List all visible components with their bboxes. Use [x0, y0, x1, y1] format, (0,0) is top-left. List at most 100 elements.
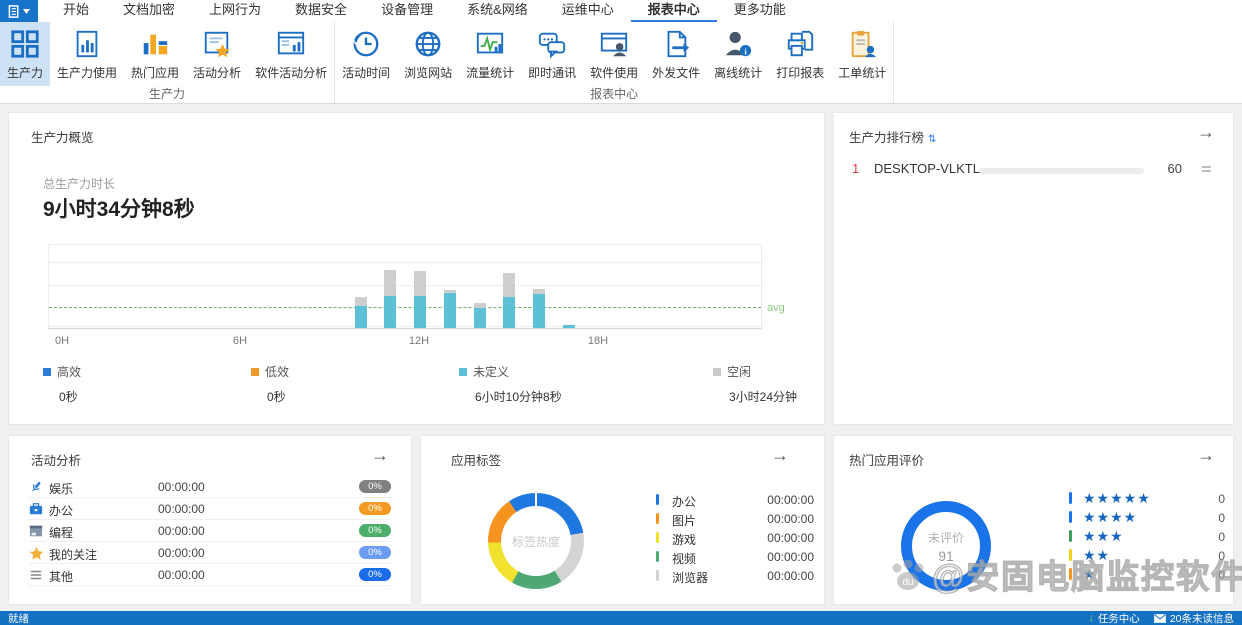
- bar-segment-undefined: [473, 308, 486, 328]
- activity-row-办公[interactable]: 办公 00:00:00 0%: [29, 498, 391, 520]
- unread-messages-button[interactable]: 20条未读信息: [1153, 611, 1234, 625]
- task-center-label: 任务中心: [1097, 612, 1140, 625]
- ribbon-button-label: 活动时间: [342, 66, 391, 80]
- menu-item-6[interactable]: 运维中心: [545, 0, 631, 22]
- more-handle-icon[interactable]: [1202, 166, 1211, 174]
- activity-analysis-panel: 活动分析 → 娱乐 00:00:00 0% 办公 00:00:00 0% 编程 00:00:0…: [8, 435, 412, 605]
- activity-percent-badge: 0%: [359, 480, 391, 493]
- printer-icon: [783, 27, 817, 61]
- activity-row-我的关注[interactable]: 我的关注 00:00:00 0%: [29, 542, 391, 564]
- ribbon-group-label: 生产力: [149, 87, 186, 101]
- ribbon-button-外发文件[interactable]: 外发文件: [645, 22, 707, 86]
- legend-color-swatch: [251, 368, 259, 376]
- legend-color-swatch: [43, 368, 51, 376]
- tag-time: 00:00:00: [767, 531, 814, 545]
- legend-value: 0秒: [267, 390, 286, 404]
- gridline: [49, 284, 761, 286]
- dashboard-content: 生产力概览 总生产力时长 9小时34分钟8秒 avg 0H 6H 12H 18H 高效…: [0, 104, 1242, 611]
- tag-color-marker: [656, 570, 659, 581]
- activity-row-娱乐[interactable]: 娱乐 00:00:00 0%: [29, 476, 391, 498]
- tag-row-办公[interactable]: 办公 00:00:00: [656, 491, 814, 510]
- menu-item-1[interactable]: 文档加密: [106, 0, 192, 22]
- ribbon-button-生产力[interactable]: 生产力: [0, 22, 51, 86]
- ribbon-button-工单统计[interactable]: 工单统计: [831, 22, 893, 86]
- ribbon-button-即时通讯[interactable]: 即时通讯: [521, 22, 583, 86]
- arrow-right-icon[interactable]: →: [1197, 446, 1215, 464]
- microphone-icon: [29, 480, 43, 494]
- activity-row-其他[interactable]: 其他 00:00:00 0%: [29, 564, 391, 586]
- ribbon-button-打印报表[interactable]: 打印报表: [769, 22, 831, 86]
- ribbon-button-离线统计[interactable]: i 离线统计: [707, 22, 769, 86]
- tag-label: 图片: [672, 514, 697, 528]
- ribbon-button-流量统计[interactable]: 流量统计: [459, 22, 521, 86]
- total-productivity-label: 总生产力时长: [43, 177, 116, 191]
- chart-bar-13h: [443, 290, 456, 328]
- bar-segment-undefined: [533, 294, 545, 328]
- menu-item-0[interactable]: 开始: [46, 0, 106, 22]
- user-info-icon: i: [721, 27, 755, 61]
- rating-row-2-stars[interactable]: ★★ 0: [1069, 547, 1225, 566]
- rating-row-5-stars[interactable]: ★★★★★ 0: [1069, 490, 1225, 509]
- menu-item-2[interactable]: 上网行为: [192, 0, 278, 22]
- chart-bar-12h: [414, 271, 426, 328]
- ribbon-button-label: 流量统计: [466, 66, 515, 80]
- legend-label: 未定义: [473, 365, 510, 379]
- activity-label: 其他: [49, 570, 74, 584]
- activity-label: 娱乐: [49, 482, 74, 496]
- legend-color-swatch: [459, 368, 467, 376]
- rating-color-marker: [1069, 492, 1072, 504]
- doc-star-icon: [200, 27, 234, 61]
- star-icons: ★★★★: [1083, 509, 1138, 525]
- tag-label: 办公: [672, 495, 697, 509]
- menu-item-8[interactable]: 更多功能: [717, 0, 803, 22]
- ribbon-button-软件活动分析[interactable]: 软件活动分析: [248, 22, 334, 86]
- ranking-row[interactable]: 1 DESKTOP-VLKTL... 60: [834, 158, 1233, 182]
- ribbon-button-浏览网站[interactable]: 浏览网站: [397, 22, 459, 86]
- rank-number: 1: [852, 161, 860, 176]
- x-axis-tick-12H: 12H: [408, 335, 430, 347]
- ribbon-button-活动分析[interactable]: 活动分析: [186, 22, 248, 86]
- ribbon-button-label: 活动分析: [193, 66, 242, 80]
- activity-row-编程[interactable]: 编程 00:00:00 0%: [29, 520, 391, 542]
- menu-item-5[interactable]: 系统&网络: [450, 0, 545, 22]
- menu-item-7[interactable]: 报表中心: [630, 0, 717, 22]
- ribbon-button-软件使用[interactable]: 软件使用: [583, 22, 645, 86]
- bar-segment-undefined: [562, 325, 575, 328]
- ribbon-group-0: 生产力 生产力使用 热门应用 活动分析 软件活动分析 生产力: [0, 22, 336, 103]
- ribbon-button-label: 热门应用: [131, 66, 180, 80]
- ribbon-button-活动时间[interactable]: 活动时间: [335, 22, 397, 86]
- rating-count: 0: [1218, 511, 1225, 525]
- ribbon-button-生产力使用[interactable]: 生产力使用: [50, 22, 124, 86]
- ribbon-buttons: 生产力 生产力使用 热门应用 活动分析 软件活动分析: [0, 22, 334, 86]
- star-icon: [29, 546, 44, 560]
- ribbon-group-1: 活动时间 浏览网站 流量统计 即时通讯 软件使用 外发文件 i 离线统计 打印报表 工单统计 报表中…: [335, 22, 895, 103]
- activity-rows: 娱乐 00:00:00 0% 办公 00:00:00 0% 编程 00:00:00 0% 我的关注…: [29, 476, 391, 586]
- legend-label: 低效: [265, 365, 290, 379]
- arrow-right-icon[interactable]: →: [371, 446, 389, 464]
- rating-row-4-stars[interactable]: ★★★★ 0: [1069, 509, 1225, 528]
- tag-label: 视频: [672, 552, 697, 566]
- status-ready-text: 就绪: [8, 612, 29, 625]
- task-center-button[interactable]: ↓ 任务中心: [1088, 611, 1140, 625]
- menu-item-4[interactable]: 设备管理: [364, 0, 450, 22]
- ribbon-button-热门应用[interactable]: 热门应用: [124, 22, 186, 86]
- rating-row-3-stars[interactable]: ★★★ 0: [1069, 528, 1225, 547]
- menu-item-3[interactable]: 数据安全: [278, 0, 364, 22]
- activity-time: 00:00:00: [158, 480, 205, 494]
- tag-row-视频[interactable]: 视频 00:00:00: [656, 548, 814, 567]
- sort-icon[interactable]: ⇅: [928, 134, 936, 145]
- arrow-right-icon[interactable]: →: [771, 446, 789, 464]
- panel-title: 生产力概览: [31, 131, 94, 145]
- activity-label: 编程: [49, 526, 74, 540]
- file-send-icon: [659, 27, 693, 61]
- panel-title: 应用标签: [451, 454, 502, 468]
- activity-label: 我的关注: [49, 548, 98, 562]
- activity-time: 00:00:00: [158, 502, 205, 516]
- rating-row-1-stars[interactable]: ★ 0: [1069, 566, 1225, 585]
- tag-row-游戏[interactable]: 游戏 00:00:00: [656, 529, 814, 548]
- tag-row-浏览器[interactable]: 浏览器 00:00:00: [656, 567, 814, 586]
- rating-count: 0: [1218, 549, 1225, 563]
- app-menu-button[interactable]: [0, 0, 38, 22]
- tag-row-图片[interactable]: 图片 00:00:00: [656, 510, 814, 529]
- arrow-right-icon[interactable]: →: [1197, 123, 1215, 141]
